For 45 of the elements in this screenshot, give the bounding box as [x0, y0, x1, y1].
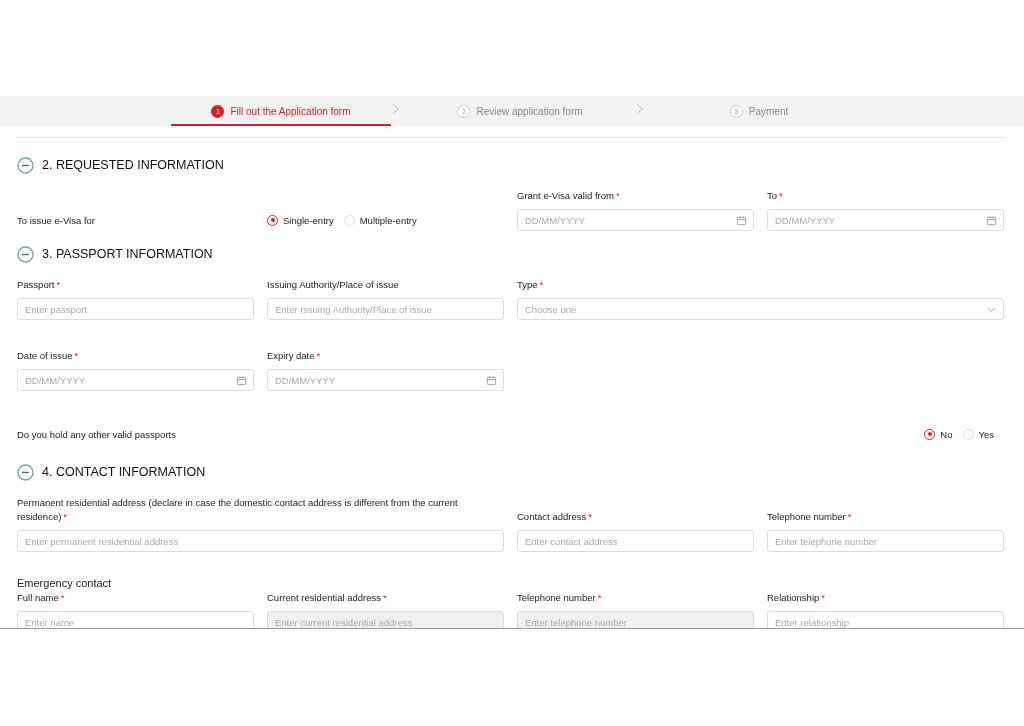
collapse-icon[interactable]: [17, 463, 34, 481]
input-field[interactable]: Enter permanent residential address: [17, 530, 504, 552]
field-label: Contact address *: [517, 510, 593, 524]
date-field[interactable]: DD/MM/YYYY: [517, 209, 754, 231]
calendar-icon: [736, 214, 747, 226]
section-title: 2. REQUESTED INFORMATION: [42, 158, 224, 172]
question-text: To issue e-Visa for: [17, 213, 96, 228]
section-title: 3. PASSPORT INFORMATION: [42, 247, 213, 261]
radio-option[interactable]: Multiple-entry: [343, 214, 417, 226]
subheading: Emergency contact: [17, 577, 113, 589]
select-field[interactable]: Choose one: [517, 298, 1004, 320]
field-label: Type *: [517, 278, 545, 292]
field-label: Full name *: [17, 591, 66, 605]
radio-option[interactable]: Yes: [962, 428, 994, 440]
field-label: Issuing Authority/Place of issue: [267, 278, 400, 292]
field-label: Telephone number *: [767, 510, 853, 524]
field-label: To *: [767, 189, 784, 203]
chevron-right-icon: [391, 103, 401, 115]
calendar-icon: [986, 214, 997, 226]
field-label: Date of issue *: [17, 349, 80, 363]
field-label: Permanent residential address (declare in case the domestic contact address is different from the current residence) *: [17, 496, 459, 524]
question-text: Do you hold any other valid passports: [17, 427, 177, 442]
calendar-icon: [236, 374, 247, 386]
field-label: Grant e-Visa valid from *: [517, 189, 621, 203]
input-field[interactable]: Enter telephone number: [767, 530, 1004, 552]
input-field[interactable]: Enter Issuing Authority/Place of issue: [267, 298, 504, 320]
date-field[interactable]: DD/MM/YYYY: [17, 369, 254, 391]
input-field[interactable]: Enter relationship: [767, 611, 1004, 628]
collapse-icon[interactable]: [17, 245, 34, 263]
radio-option[interactable]: Single-entry: [267, 214, 334, 226]
radio-option[interactable]: No: [924, 428, 953, 440]
collapse-icon[interactable]: [17, 156, 34, 174]
section-title: 4. CONTACT INFORMATION: [42, 465, 206, 479]
input-field[interactable]: Enter passport: [17, 298, 254, 320]
input-field[interactable]: Enter name: [17, 611, 254, 628]
date-field[interactable]: DD/MM/YYYY: [267, 369, 504, 391]
field-label: Current residential address *: [267, 591, 388, 605]
field-label: Relationship *: [767, 591, 826, 605]
field-label: Passport *: [17, 278, 62, 292]
input-field[interactable]: Enter contact address: [517, 530, 754, 552]
field-label: Expiry date *: [267, 349, 322, 363]
chevron-right-icon: [635, 103, 645, 115]
date-field[interactable]: DD/MM/YYYY: [767, 209, 1004, 231]
calendar-icon: [486, 374, 497, 386]
field-label: Telephone number *: [517, 591, 603, 605]
